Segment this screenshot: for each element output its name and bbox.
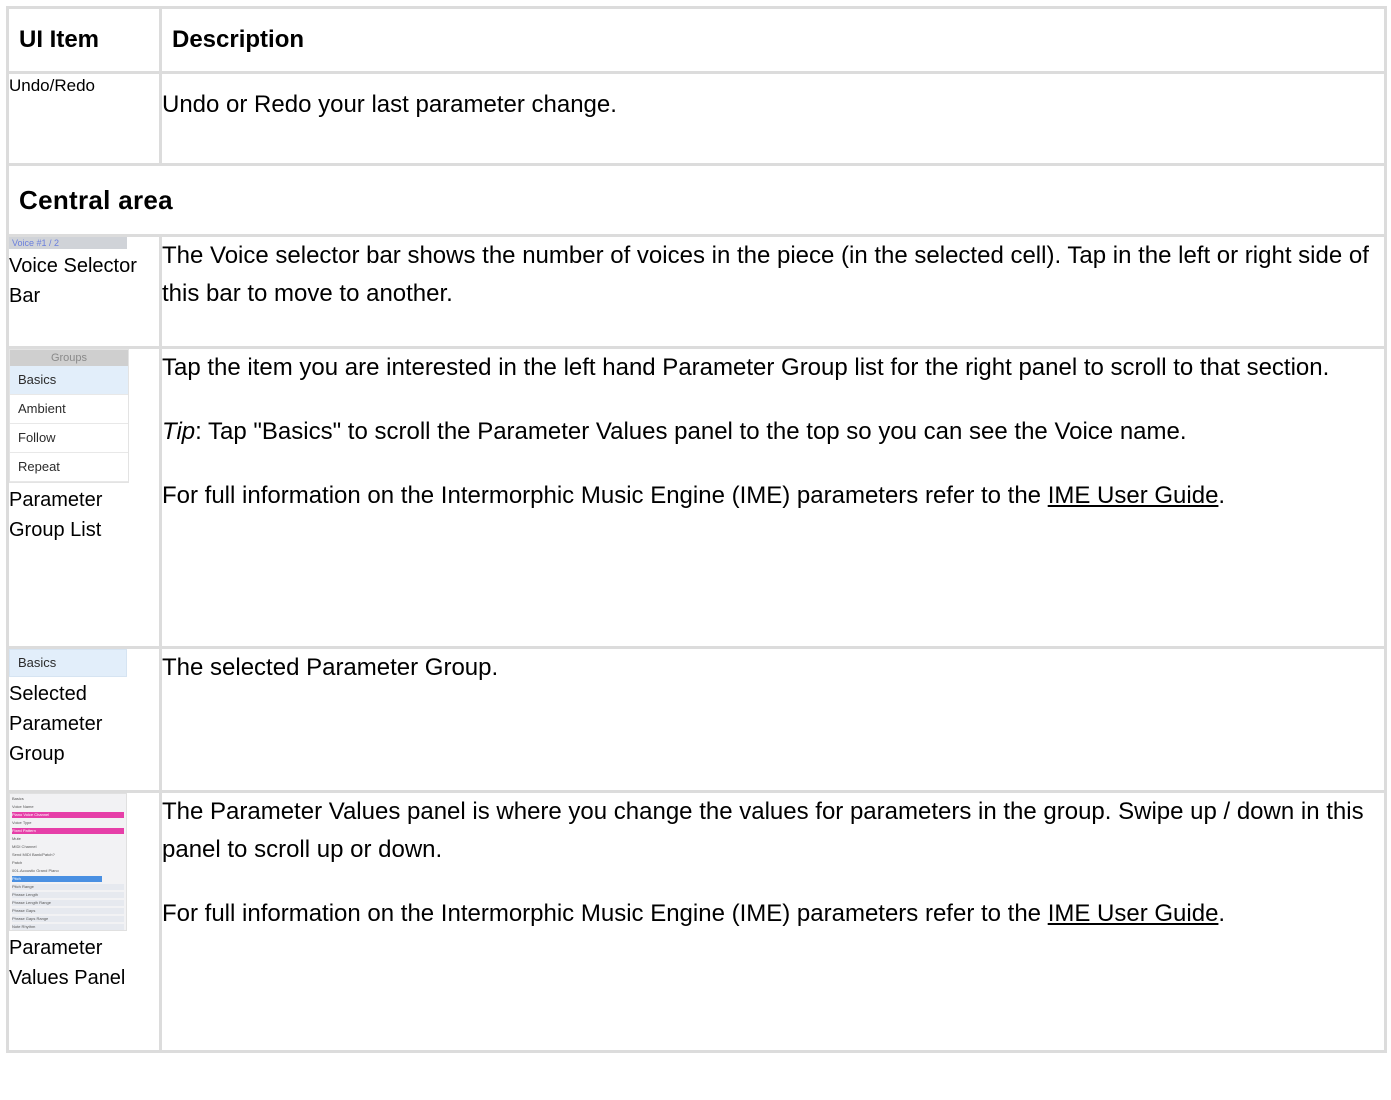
desc-selected-group: The selected Parameter Group. — [159, 646, 1387, 793]
ui-items-table: UI Item Description Undo/Redo Undo or Re… — [6, 6, 1387, 1053]
desc-selected-group-text: The selected Parameter Group. — [162, 654, 499, 681]
values-panel-thumb-row: MIDI Channel — [12, 844, 37, 849]
table-row-voice-bar: Voice #1 / 2 Voice Selector Bar The Voic… — [6, 234, 1387, 349]
group-item-repeat: Repeat — [10, 453, 128, 482]
tip-paragraph: Tip: Tap "Basics" to scroll the Paramete… — [162, 413, 1384, 451]
ime-user-guide-link-2[interactable]: IME User Guide — [1048, 900, 1219, 927]
item-undo-redo: Undo/Redo — [6, 71, 162, 166]
table-row-selected-group: Basics Selected Parameter Group The sele… — [6, 646, 1387, 793]
selected-group-label: Selected Parameter Group — [9, 683, 103, 765]
values-panel-thumb-row: Fixed Pattern — [12, 828, 124, 834]
header-description: Description — [159, 6, 1387, 74]
tip-label: Tip — [162, 418, 196, 445]
values-panel-thumb-row: Basics — [12, 796, 24, 801]
values-panel-desc: The Parameter Values panel is where you … — [162, 798, 1364, 863]
groups-header: Groups — [10, 350, 128, 366]
values-panel-thumb-row: Note Rhythm — [12, 924, 124, 930]
ime-user-guide-link[interactable]: IME User Guide — [1048, 482, 1219, 509]
values-panel-thumb-row: Phrase Gaps Range — [12, 916, 124, 922]
tip-text: : Tap "Basics" to scroll the Parameter V… — [195, 418, 1187, 445]
item-selected-group: Basics Selected Parameter Group — [6, 646, 162, 793]
table-header-row: UI Item Description — [6, 6, 1387, 74]
item-group-list: Groups Basics Ambient Follow Repeat Para… — [6, 346, 162, 649]
table-row-group-list: Groups Basics Ambient Follow Repeat Para… — [6, 346, 1387, 649]
info-end: . — [1218, 482, 1226, 509]
group-list-thumbnail: Groups Basics Ambient Follow Repeat — [9, 349, 129, 483]
group-item-basics: Basics — [10, 366, 128, 395]
info-text: For full information on the Intermorphic… — [162, 482, 1048, 509]
voice-bar-label: Voice Selector Bar — [9, 255, 137, 307]
item-voice-bar: Voice #1 / 2 Voice Selector Bar — [6, 234, 162, 349]
header-ui-item: UI Item — [6, 6, 162, 74]
section-row: Central area — [6, 163, 1387, 237]
values-panel-thumb-row: Pitch — [12, 876, 102, 882]
values-panel-thumb-row: Pitch Range — [12, 884, 124, 890]
values-panel-thumb-row: Piano Voice Channel — [12, 812, 124, 818]
desc-undo-redo-text: Undo or Redo your last parameter change. — [162, 91, 617, 118]
group-item-follow: Follow — [10, 424, 128, 453]
info-paragraph: For full information on the Intermorphic… — [162, 477, 1384, 515]
group-list-desc: Tap the item you are interested in the l… — [162, 354, 1330, 381]
values-info-end: . — [1218, 900, 1226, 927]
values-panel-thumb-row: Voice Name — [12, 804, 34, 809]
selected-group-thumbnail: Basics — [9, 649, 127, 677]
group-list-label: Parameter Group List — [9, 489, 103, 541]
item-values-panel: Basics Voice Name Piano Voice Channel Voice… — [6, 790, 162, 1053]
values-panel-thumb-row: Phrase Length — [12, 892, 124, 898]
values-panel-thumb-row: Patch — [12, 860, 23, 865]
voice-bar-thumbnail: Voice #1 / 2 — [9, 237, 127, 249]
values-panel-thumb-row: Mute — [12, 836, 21, 841]
desc-voice-bar-text: The Voice selector bar shows the number … — [162, 242, 1369, 307]
table-row-undo-redo: Undo/Redo Undo or Redo your last paramet… — [6, 71, 1387, 166]
desc-undo-redo: Undo or Redo your last parameter change. — [159, 71, 1387, 166]
desc-group-list: Tap the item you are interested in the l… — [159, 346, 1387, 649]
table-row-values-panel: Basics Voice Name Piano Voice Channel Voice… — [6, 790, 1387, 1053]
desc-voice-bar: The Voice selector bar shows the number … — [159, 234, 1387, 349]
values-panel-thumb-row: Phrase Length Range — [12, 900, 124, 906]
desc-values-panel: The Parameter Values panel is where you … — [159, 790, 1387, 1053]
values-panel-thumb-row: Voice Type — [12, 820, 32, 825]
values-panel-thumb-row: 001-Acoustic Grand Piano — [12, 868, 59, 873]
section-title: Central area — [6, 163, 1387, 237]
values-panel-thumb-row: Phrase Gaps — [12, 908, 124, 914]
values-info-paragraph: For full information on the Intermorphic… — [162, 895, 1384, 933]
values-panel-label: Parameter Values Panel — [9, 937, 126, 989]
values-panel-thumb-row: Send MIDI Bank/Patch? — [12, 852, 55, 857]
group-item-ambient: Ambient — [10, 395, 128, 424]
values-panel-thumbnail: Basics Voice Name Piano Voice Channel Voice… — [9, 793, 127, 931]
values-info-text: For full information on the Intermorphic… — [162, 900, 1048, 927]
